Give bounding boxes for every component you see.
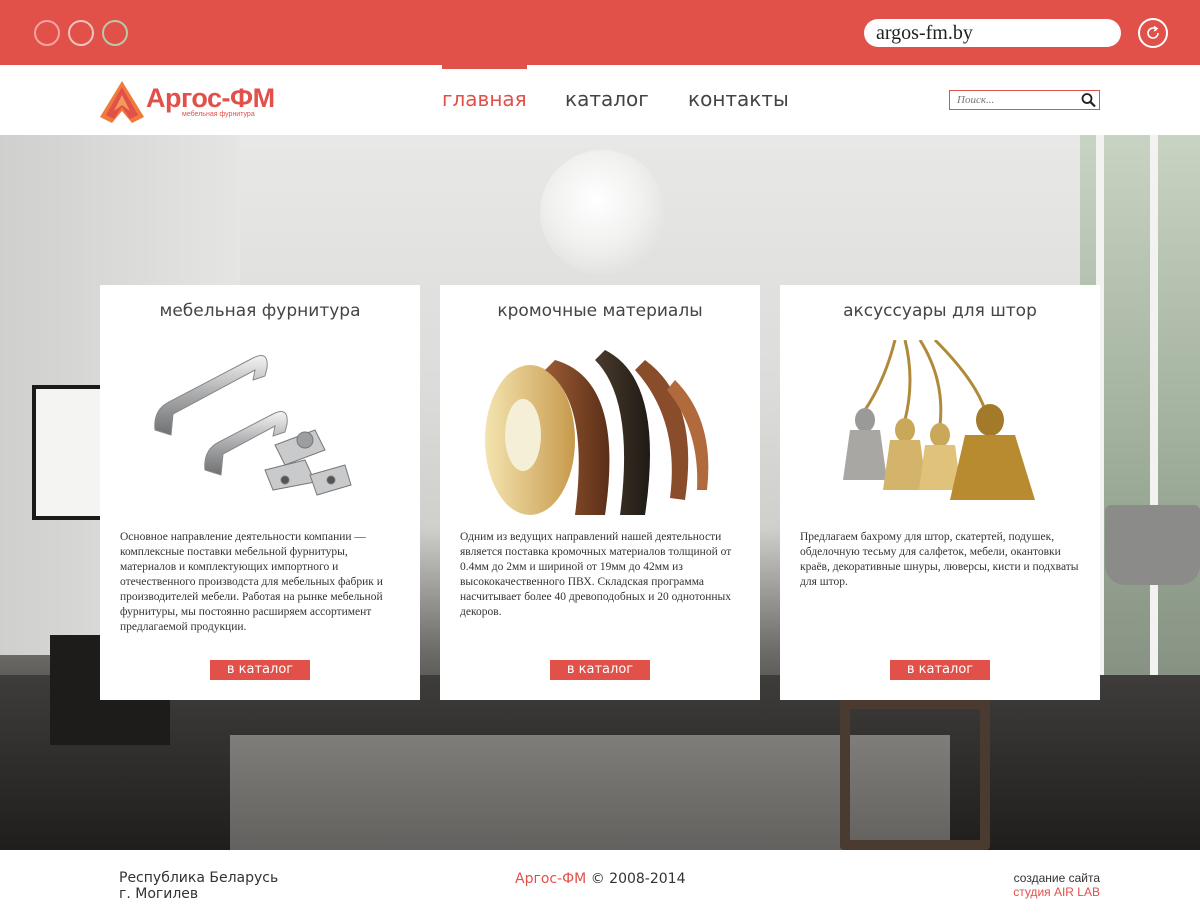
search-box — [949, 90, 1100, 110]
edge-banding-image — [485, 340, 715, 515]
search-icon — [1081, 93, 1096, 108]
card-title: мебельная фурнитура — [159, 301, 361, 321]
footer-brand-link[interactable]: Аргос-ФМ — [515, 871, 586, 887]
window-maximize-button[interactable] — [102, 20, 128, 46]
site-logo[interactable]: Аргос-ФМ мебельная фурнитура — [100, 81, 300, 125]
reload-icon — [1147, 25, 1159, 39]
footer-copyright: Аргос-ФМ © 2008-2014 — [515, 871, 685, 887]
search-button[interactable] — [1080, 92, 1098, 108]
site-header: Аргос-ФМ мебельная фурнитура главная кат… — [0, 65, 1200, 135]
card-description: Одним из ведущих направлений нашей деяте… — [460, 531, 732, 618]
browser-chrome: argos-fm.by — [0, 0, 1200, 65]
window-minimize-button[interactable] — [68, 20, 94, 46]
logo-icon — [100, 81, 144, 123]
category-card-edge-materials: кромочные материалы Одним из ведущих нап… — [440, 285, 760, 700]
footer-address-city: г. Могилев — [119, 886, 199, 902]
hero-chandelier — [540, 150, 665, 275]
category-card-furniture-hardware: мебельная фурнитура Основное направление… — [100, 285, 420, 700]
search-input[interactable] — [950, 91, 1078, 109]
hero-lamp — [1105, 505, 1200, 585]
active-nav-indicator — [442, 65, 527, 69]
footer-made-by-label: создание сайта — [1013, 871, 1100, 885]
window-close-button[interactable] — [34, 20, 60, 46]
logo-subtitle: мебельная фурнитура — [182, 111, 255, 118]
card-title: аксуссуары для штор — [843, 301, 1037, 321]
footer-address-country: Республика Беларусь — [119, 870, 279, 886]
reload-button[interactable] — [1138, 18, 1168, 48]
catalog-button-curtain-accessories[interactable]: в каталог — [890, 660, 990, 680]
hero-wall-picture — [32, 385, 104, 520]
hero-chair — [840, 695, 990, 850]
logo-text: Аргос-ФМ — [146, 83, 275, 113]
address-bar[interactable]: argos-fm.by — [864, 19, 1121, 47]
nav-item-contacts[interactable]: контакты — [688, 87, 789, 111]
curtain-tassels-image — [843, 340, 1035, 500]
nav-item-home[interactable]: главная — [442, 87, 527, 111]
card-description: Предлагаем бахрому для штор, скатертей, … — [800, 531, 1079, 588]
site-footer: Республика Беларусь г. Могилев Аргос-ФМ … — [0, 850, 1200, 920]
nav-item-catalog[interactable]: каталог — [565, 87, 649, 111]
hero-window-frame — [1150, 135, 1158, 735]
card-title: кромочные материалы — [497, 301, 703, 321]
footer-studio-link[interactable]: студия AIR LAB — [1013, 885, 1100, 899]
footer-copyright-years: © 2008-2014 — [586, 871, 686, 887]
furniture-handles-image — [154, 355, 352, 496]
catalog-button-furniture[interactable]: в каталог — [210, 660, 310, 680]
catalog-button-edge-materials[interactable]: в каталог — [550, 660, 650, 680]
category-card-curtain-accessories: аксуссуары для штор Предлагаем бахрому д… — [780, 285, 1100, 700]
card-description: Основное направление деятельности компан… — [120, 531, 383, 633]
